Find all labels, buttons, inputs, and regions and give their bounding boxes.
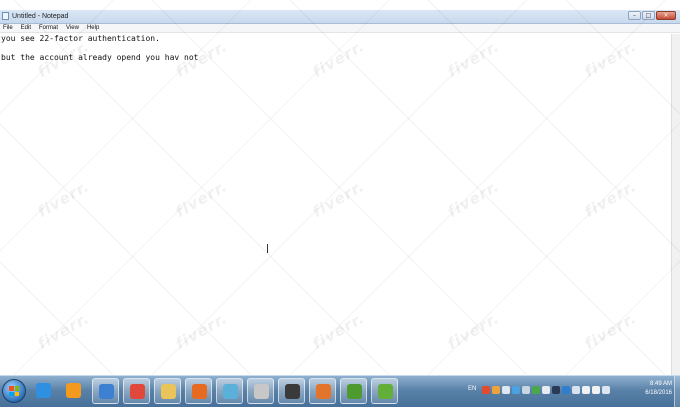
chrome-icon <box>130 384 145 399</box>
tray-app-icon[interactable] <box>492 386 500 394</box>
menu-format[interactable]: Format <box>39 24 58 32</box>
window-title: Untitled - Notepad <box>12 13 69 20</box>
window-controls: – □ × <box>628 11 676 21</box>
taskbar-firefox-button[interactable] <box>185 378 212 404</box>
text-cursor-icon <box>266 244 269 253</box>
vertical-scrollbar[interactable] <box>671 34 680 375</box>
minimize-button[interactable]: – <box>628 11 641 20</box>
tray-app-icon[interactable] <box>532 386 540 394</box>
clock-time: 8:49 AM <box>649 381 672 387</box>
taskbar-media-player-button[interactable] <box>60 378 87 404</box>
windows-logo-icon <box>9 386 19 396</box>
taskbar-flash-button[interactable] <box>309 378 336 404</box>
close-button[interactable]: × <box>656 11 676 20</box>
tray-app-icon[interactable] <box>502 386 510 394</box>
system-tray: EN 8:49 AM 6/18/2016 <box>460 376 680 408</box>
tray-icons <box>482 386 610 394</box>
taskbar-utility-button[interactable] <box>92 378 119 404</box>
editor-line-3: but the account already opend you hav no… <box>1 53 199 62</box>
taskbar-chrome-button[interactable] <box>123 378 150 404</box>
ie-icon <box>36 383 51 398</box>
editor-line-1: you see 22-factor authentication. <box>1 34 160 43</box>
media-player-icon <box>66 383 81 398</box>
network-icon[interactable] <box>582 386 590 394</box>
menu-bar: File Edit Format View Help <box>0 24 680 33</box>
taskbar-opera-button[interactable] <box>247 378 274 404</box>
notepad-window: Untitled - Notepad – □ × File Edit Forma… <box>0 0 680 375</box>
opera-icon <box>254 384 269 399</box>
volume-icon[interactable] <box>602 386 610 394</box>
tray-app-icon[interactable] <box>522 386 530 394</box>
tools-icon <box>99 384 114 399</box>
tray-app-icon[interactable] <box>562 386 570 394</box>
menu-view[interactable]: View <box>66 24 79 32</box>
camtasia-icon <box>378 384 393 399</box>
tray-app-icon[interactable] <box>572 386 580 394</box>
folder-icon <box>161 384 176 399</box>
tray-app-icon[interactable] <box>482 386 490 394</box>
taskbar: EN 8:49 AM 6/18/2016 <box>0 375 680 408</box>
show-desktop-button[interactable] <box>674 376 680 408</box>
taskbar-camtasia-recorder-button[interactable] <box>371 378 398 404</box>
firefox-icon <box>192 384 207 399</box>
camtasia-icon <box>347 384 362 399</box>
taskbar-camtasia-button[interactable] <box>340 378 367 404</box>
app-icon <box>223 384 238 399</box>
menu-edit[interactable]: Edit <box>21 24 31 32</box>
flag-icon[interactable] <box>592 386 600 394</box>
flash-icon <box>316 384 331 399</box>
language-indicator[interactable]: EN <box>468 386 476 392</box>
start-button[interactable] <box>2 379 26 403</box>
taskbar-app-blue-button[interactable] <box>216 378 243 404</box>
title-bar[interactable]: Untitled - Notepad – □ × <box>0 10 680 24</box>
bluetooth-icon[interactable] <box>512 386 520 394</box>
menu-help[interactable]: Help <box>87 24 99 32</box>
tray-app-icon[interactable] <box>542 386 550 394</box>
text-editor[interactable]: you see 22-factor authentication. but th… <box>0 34 672 375</box>
taskbar-explorer-button[interactable] <box>154 378 181 404</box>
menu-file[interactable]: File <box>3 24 13 32</box>
clock[interactable]: 8:49 AM 6/18/2016 <box>645 380 672 398</box>
clock-date: 6/18/2016 <box>645 390 672 396</box>
maximize-button[interactable]: □ <box>642 11 655 20</box>
terminal-icon <box>285 384 300 399</box>
notepad-icon <box>2 12 9 20</box>
taskbar-terminal-button[interactable] <box>278 378 305 404</box>
taskbar-internet-explorer-button[interactable] <box>30 378 57 404</box>
tray-app-icon[interactable] <box>552 386 560 394</box>
